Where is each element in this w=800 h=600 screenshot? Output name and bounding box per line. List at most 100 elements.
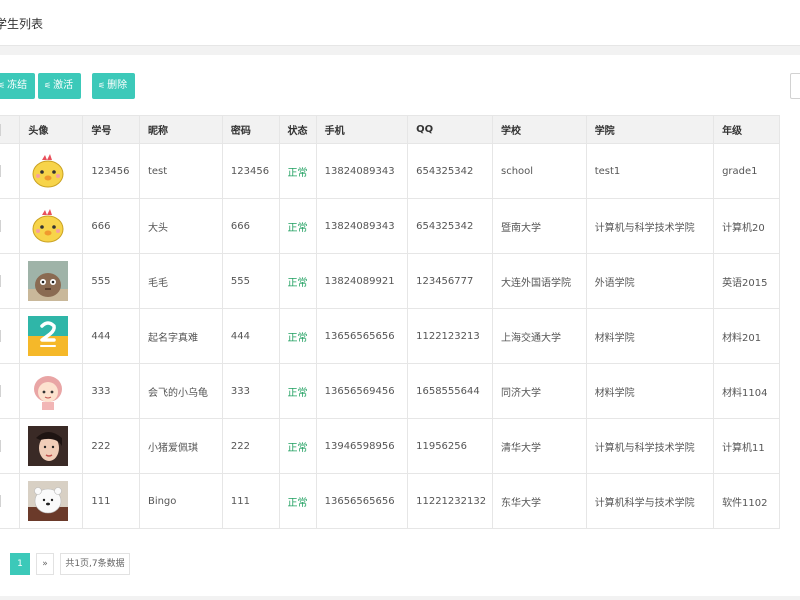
password: 444	[221, 308, 280, 364]
phone: 13656569456	[315, 363, 409, 419]
row-checkbox[interactable]	[0, 440, 1, 452]
status: 正常	[278, 198, 317, 254]
row-select-cell[interactable]	[0, 418, 21, 474]
student-id: 444	[82, 308, 140, 364]
row-select-cell[interactable]	[0, 308, 21, 364]
grade: 计算机11	[713, 418, 780, 474]
freeze-button[interactable]: ⚟ 冻结	[0, 73, 36, 99]
table-row[interactable]: 555 毛毛 555 正常 13824089921 123456777 大连外国…	[0, 253, 780, 309]
row-checkbox[interactable]	[0, 220, 1, 232]
phone: 13946598956	[315, 418, 409, 474]
delete-button[interactable]: ⚟ 删除	[92, 73, 136, 99]
col-header[interactable]: 学院	[585, 115, 715, 144]
sliders-icon: ⚟	[44, 81, 52, 90]
qq: 1658555644	[407, 363, 493, 419]
status: 正常	[278, 418, 317, 474]
select-all-cell[interactable]	[0, 115, 21, 144]
avatar-cell	[19, 473, 84, 529]
nickname: 会飞的小乌龟	[138, 363, 223, 419]
avatar-cell	[19, 308, 84, 364]
status: 正常	[278, 143, 317, 199]
table-row[interactable]: 444 起名字真难 444 正常 13656565656 1122123213 …	[0, 308, 780, 364]
bear-avatar	[28, 481, 69, 521]
col-header[interactable]: 昵称	[138, 115, 223, 144]
school: 清华大学	[491, 418, 587, 474]
select-all-checkbox[interactable]	[0, 123, 1, 136]
row-select-cell[interactable]	[0, 253, 21, 309]
photo-avatar	[28, 426, 69, 466]
row-checkbox[interactable]	[0, 495, 1, 507]
student-id: 123456	[82, 143, 140, 199]
header-bar: 学生列表	[0, 0, 800, 46]
table-row[interactable]: 111 Bingo 111 正常 13656565656 11221232132…	[0, 473, 780, 529]
phone: 13656565656	[315, 473, 409, 529]
qq: 11956256	[407, 418, 493, 474]
row-select-cell[interactable]	[0, 363, 21, 419]
row-checkbox[interactable]	[0, 330, 1, 342]
phone: 13656565656	[315, 308, 409, 364]
table-row[interactable]: 123456 test 123456 正常 13824089343 654325…	[0, 143, 780, 199]
school: 暨南大学	[491, 198, 587, 254]
college: test1	[585, 143, 715, 199]
student-id: 222	[82, 418, 140, 474]
sliders-icon: ⚟	[98, 81, 106, 90]
table-tool-button[interactable]	[790, 73, 800, 99]
girl-avatar	[28, 371, 69, 411]
delete-button-label: 删除	[107, 80, 128, 91]
col-header[interactable]: 学号	[82, 115, 140, 144]
col-header[interactable]: 头像	[19, 115, 84, 144]
avatar-cell	[19, 363, 84, 419]
student-id: 555	[82, 253, 140, 309]
col-header[interactable]: 密码	[221, 115, 280, 144]
row-checkbox[interactable]	[0, 275, 1, 287]
school: 同济大学	[491, 363, 587, 419]
table-row[interactable]: 666 大头 666 正常 13824089343 654325342 暨南大学…	[0, 198, 780, 254]
avatar-cell	[19, 143, 84, 199]
chick-avatar	[28, 206, 69, 246]
nickname: 小猪爱佩琪	[138, 418, 223, 474]
college: 材料学院	[585, 363, 715, 419]
row-select-cell[interactable]	[0, 143, 21, 199]
next-page-button[interactable]: »	[36, 553, 54, 575]
page-1-button[interactable]: 1	[10, 553, 30, 575]
col-header[interactable]: 手机	[315, 115, 409, 144]
grade: grade1	[713, 143, 780, 199]
col-header[interactable]: QQ	[407, 115, 493, 144]
table-header-row: 头像 学号 昵称 密码 状态 手机 QQ 学校 学院 年级	[0, 115, 780, 144]
status: 正常	[278, 363, 317, 419]
phone: 13824089343	[315, 198, 409, 254]
qq: 1122123213	[407, 308, 493, 364]
status: 正常	[278, 473, 317, 529]
password: 123456	[221, 143, 280, 199]
avatar-cell	[19, 198, 84, 254]
college: 材料学院	[585, 308, 715, 364]
password: 111	[221, 473, 280, 529]
table-row[interactable]: 333 会飞的小乌龟 333 正常 13656569456 1658555644…	[0, 363, 780, 419]
activate-button[interactable]: ⚟ 激活	[38, 73, 82, 99]
sliders-icon: ⚟	[0, 81, 6, 90]
nickname: 大头	[138, 198, 223, 254]
phone: 13824089921	[315, 253, 409, 309]
table-row[interactable]: 222 小猪爱佩琪 222 正常 13946598956 11956256 清华…	[0, 418, 780, 474]
status: 正常	[278, 308, 317, 364]
qq: 11221232132	[407, 473, 493, 529]
row-select-cell[interactable]	[0, 198, 21, 254]
nickname: 起名字真难	[138, 308, 223, 364]
nickname: Bingo	[138, 473, 223, 529]
col-header[interactable]: 学校	[491, 115, 587, 144]
chick-avatar	[28, 151, 69, 191]
college: 计算机与科学技术学院	[585, 418, 715, 474]
row-checkbox[interactable]	[0, 385, 1, 397]
student-id: 111	[82, 473, 140, 529]
col-header[interactable]: 年级	[713, 115, 780, 144]
row-select-cell[interactable]	[0, 473, 21, 529]
qq: 123456777	[407, 253, 493, 309]
page-title: 学生列表	[0, 17, 44, 31]
activate-button-label: 激活	[53, 80, 74, 91]
student-table: 头像 学号 昵称 密码 状态 手机 QQ 学校 学院 年级 123456 tes…	[0, 115, 780, 529]
password: 666	[221, 198, 280, 254]
col-header[interactable]: 状态	[278, 115, 317, 144]
pagination-summary: 共1页,7条数据	[60, 553, 130, 575]
row-checkbox[interactable]	[0, 165, 1, 177]
college: 计算机与科学技术学院	[585, 198, 715, 254]
